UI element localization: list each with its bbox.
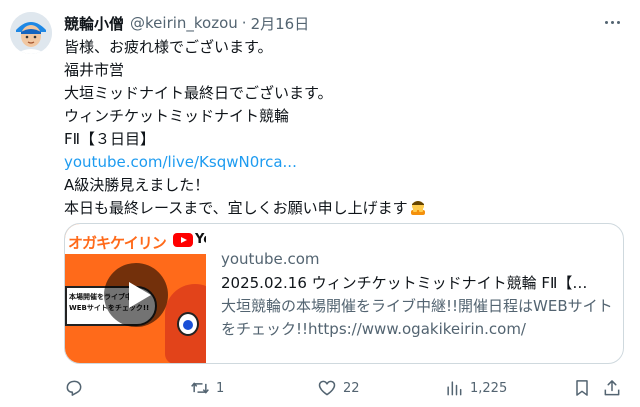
card-domain: youtube.com — [221, 250, 320, 268]
youtube-logo-icon — [173, 233, 193, 247]
bookmark-icon — [576, 380, 588, 396]
action-bar: 1 22 1,225 — [64, 376, 624, 400]
views-count: 1,225 — [470, 380, 508, 396]
separator-dot: · — [241, 14, 247, 32]
author-handle[interactable]: @keirin_kozou — [130, 14, 238, 32]
tweet-date[interactable]: 2月16日 — [251, 13, 310, 34]
tweet-line: 福井市営 — [64, 61, 125, 79]
avatar-image — [10, 12, 52, 54]
thumbnail-brand-text: オガキケイリン — [68, 234, 167, 252]
retweet-count: 1 — [216, 380, 225, 396]
link-preview-card[interactable]: オガキケイリン Yo 本場開催をライブ中 WEBサイトをチェック!! youtu… — [64, 223, 624, 364]
tweet-text: 皆様、お疲れ様でございます。 福井市営 大垣ミッドナイト最終日でございます。 ウ… — [64, 36, 624, 220]
reply-icon — [66, 380, 82, 396]
share-button[interactable] — [602, 376, 622, 400]
like-count: 22 — [343, 380, 360, 396]
more-options-icon[interactable] — [600, 12, 624, 32]
youtube-wordmark: Yo — [195, 232, 206, 247]
tweet-link[interactable]: youtube.com/live/KsqwN0rca... — [64, 151, 624, 174]
retweet-button[interactable]: 1 — [190, 376, 224, 400]
mascot-pupil — [183, 320, 193, 330]
like-button[interactable]: 22 — [317, 376, 360, 400]
tweet-line: FⅡ【３日目】 — [64, 130, 156, 148]
tweet-line: A級決勝見えました！ — [64, 176, 210, 194]
card-text[interactable]: youtube.com 2025.02.16 ウィンチケットミッドナイト競輪 F… — [221, 248, 617, 341]
bowing-person-emoji-icon — [410, 201, 425, 215]
tweet-line: 大垣ミッドナイト最終日でございます。 — [64, 84, 333, 102]
card-title: 2025.02.16 ウィンチケットミッドナイト競輪 FⅡ【… — [221, 274, 588, 292]
play-icon[interactable] — [104, 263, 168, 327]
share-icon — [604, 380, 620, 396]
heart-icon — [318, 380, 336, 396]
tweet-line: ウィンチケットミッドナイト競輪 — [64, 107, 290, 125]
retweet-icon — [191, 382, 209, 394]
card-thumbnail[interactable]: オガキケイリン Yo 本場開催をライブ中 WEBサイトをチェック!! — [65, 224, 206, 363]
card-description: 大垣競輪の本場開催をライブ中継!!開催日程はWEBサイトをチェック!!https… — [221, 297, 613, 338]
tweet[interactable]: 競輪小僧 @keirin_kozou · 2月16日 皆様、お疲れ様でございます… — [0, 0, 640, 407]
avatar[interactable] — [10, 12, 52, 54]
views-button[interactable]: 1,225 — [444, 376, 507, 400]
tweet-line: 皆様、お疲れ様でございます。 — [64, 38, 273, 56]
author-name[interactable]: 競輪小僧 — [64, 13, 124, 34]
views-icon — [447, 381, 462, 396]
tweet-line: 本日も最終レースまで、宜しくお願い申し上げます — [64, 199, 408, 217]
tweet-header: 競輪小僧 @keirin_kozou · 2月16日 — [64, 12, 309, 34]
bookmark-button[interactable] — [572, 376, 592, 400]
reply-button[interactable] — [64, 376, 84, 400]
tweet-line-with-emoji: 本日も最終レースまで、宜しくお願い申し上げます — [64, 197, 624, 220]
